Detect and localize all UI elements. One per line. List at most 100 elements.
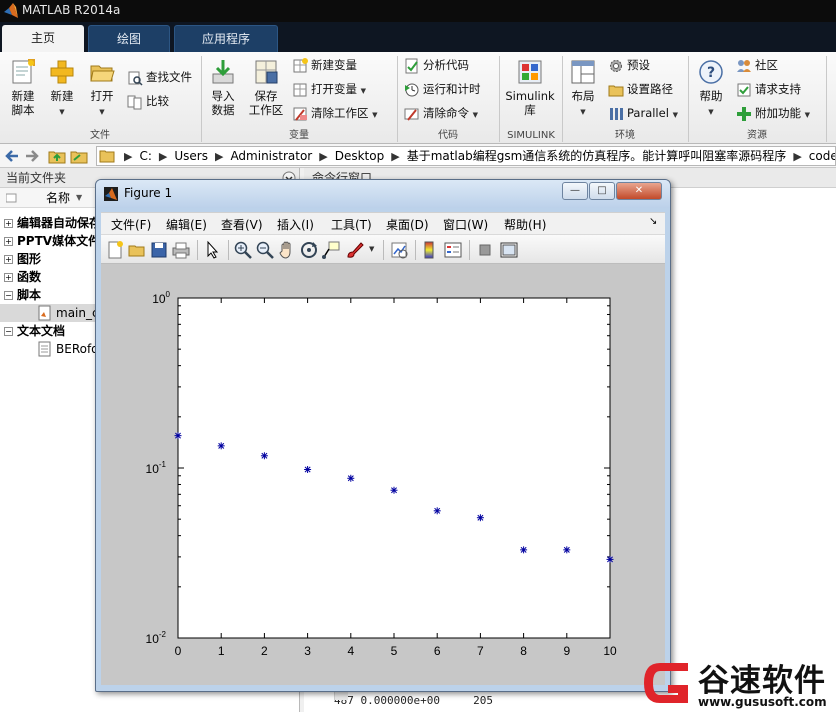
parallel-button[interactable]: Parallel ▼ [608,104,678,122]
community-button[interactable]: 社区 [736,56,778,74]
new-variable-button[interactable]: 新建变量 [292,56,357,74]
add-ons-button[interactable]: 附加功能 ▼ [736,104,810,122]
menu-edit[interactable]: 编辑(E) [166,216,207,233]
rotate-3d-icon[interactable] [299,240,319,260]
help-button[interactable]: ? 帮助 ▼ [694,58,728,119]
open-file-icon[interactable] [127,240,147,260]
data-point [476,514,484,522]
maximize-button[interactable]: □ [589,182,615,200]
command-output-line: 487 0.000000e+00 205 [334,694,493,707]
menu-file[interactable]: 文件(F) [111,216,151,233]
link-plot-icon[interactable] [389,240,409,260]
collapse-icon[interactable]: − [4,327,13,336]
tree-group-figures[interactable]: + 图形 [0,250,41,268]
tab-plots[interactable]: 绘图 [88,25,170,52]
breadcrumb-item[interactable]: 基于matlab编程gsm通信系统的仿真程序。能计算呼叫阻塞率源码程序 [407,149,787,163]
clear-commands-button[interactable]: 清除命令 ▼ [404,104,478,122]
clear-workspace-button[interactable]: 清除工作区 ▼ [292,104,378,122]
open-variable-dropdown-icon[interactable]: ▼ [361,87,366,95]
menu-window[interactable]: 窗口(W) [443,216,488,233]
edit-plot-arrow-icon[interactable] [203,240,223,260]
analyze-code-button[interactable]: 分析代码 [404,56,469,74]
tab-apps[interactable]: 应用程序 [174,25,278,52]
x-tick-label: 4 [347,644,354,658]
expand-icon[interactable]: + [4,255,13,264]
minimize-button[interactable]: — [562,182,588,200]
figure-window[interactable]: Figure 1 — □ ✕ 文件(F) 编辑(E) 查看(V) 插入(I) 工… [95,179,671,692]
import-data-button[interactable]: 导入 数据 [206,58,240,117]
print-figure-icon[interactable] [171,240,191,260]
layout-button[interactable]: 布局 ▼ [566,58,600,119]
show-plot-tools-icon[interactable] [499,240,519,260]
layout-label: 布局 [571,89,595,103]
legend-icon[interactable] [443,240,463,260]
figure-canvas[interactable]: 0 1 2 3 4 5 6 7 8 9 10 100 10-1 10-2 [101,264,665,685]
open-variable-label: 打开变量 [311,82,357,96]
open-button[interactable]: 打开 ▼ [84,58,120,119]
tree-group-functions[interactable]: + 函数 [0,268,41,286]
breadcrumb-item[interactable]: code [809,149,835,163]
parallel-dropdown-icon[interactable]: ▼ [673,111,678,119]
browse-folder-icon[interactable] [70,148,88,164]
ribbon-separator [826,56,827,142]
data-cursor-icon[interactable] [321,240,341,260]
compare-button[interactable]: 比较 [127,92,169,110]
close-button[interactable]: ✕ [616,182,662,200]
menu-tools[interactable]: 工具(T) [331,216,372,233]
tab-home[interactable]: 主页 [2,25,84,52]
menu-help[interactable]: 帮助(H) [504,216,546,233]
breadcrumb[interactable]: ▶ C: ▶ Users ▶ Administrator ▶ Desktop ▶ 基于matlab… [96,146,836,166]
open-variable-button[interactable]: 打开变量 ▼ [292,80,366,98]
find-files-button[interactable]: 查找文件 [127,68,192,86]
menu-insert[interactable]: 插入(I) [277,216,314,233]
collapse-icon[interactable]: − [4,291,13,300]
run-and-time-icon [405,83,419,96]
clear-workspace-dropdown-icon[interactable]: ▼ [372,111,377,119]
add-ons-dropdown-icon[interactable]: ▼ [805,111,810,119]
tree-group-scripts[interactable]: − 脚本 [0,286,41,304]
figure-title-bar[interactable]: Figure 1 — □ ✕ [96,180,670,208]
zoom-in-icon[interactable] [233,240,253,260]
expand-icon[interactable]: + [4,219,13,228]
pan-hand-icon[interactable] [277,240,297,260]
tree-group-pptv[interactable]: + PPTV媒体文件 [0,232,100,250]
expand-icon[interactable]: + [4,237,13,246]
breadcrumb-item[interactable]: Desktop [335,149,385,163]
tree-group-autosave[interactable]: + 编辑器自动保存 [0,214,101,232]
set-path-button[interactable]: 设置路径 [608,80,673,98]
back-arrow-icon[interactable] [4,148,20,164]
help-dropdown-icon: ▼ [708,108,714,116]
brush-dropdown-icon[interactable]: ▼ [369,245,374,253]
hide-plot-tools-icon[interactable] [475,240,495,260]
plot-area[interactable]: 0 1 2 3 4 5 6 7 8 9 10 100 10-1 10-2 [101,264,665,685]
new-figure-icon[interactable] [105,240,125,260]
data-point [563,546,571,554]
breadcrumb-item[interactable]: Administrator [230,149,312,163]
breadcrumb-item[interactable]: C: [139,149,151,163]
data-point [520,546,528,554]
breadcrumb-item[interactable]: Users [174,149,208,163]
menu-view[interactable]: 查看(V) [221,216,263,233]
preferences-button[interactable]: 预设 [608,56,650,74]
file-row-main[interactable]: main_c [0,304,99,322]
brush-icon[interactable] [345,240,365,260]
dock-arrow-icon[interactable]: ↘ [649,216,657,227]
zoom-out-icon[interactable] [255,240,275,260]
up-folder-icon[interactable] [48,148,66,164]
save-workspace-button[interactable]: 保存 工作区 [246,58,286,117]
request-support-button[interactable]: 请求支持 [736,80,801,98]
simulink-library-button[interactable]: Simulink 库 [503,58,557,117]
expand-icon[interactable]: + [4,273,13,282]
file-row-berofo[interactable]: BERofo [0,340,99,358]
clear-commands-dropdown-icon[interactable]: ▼ [473,111,478,119]
new-button[interactable]: 新建 ▼ [44,58,80,119]
axes-background[interactable] [178,298,610,638]
forward-arrow-icon[interactable] [24,148,40,164]
menu-desktop[interactable]: 桌面(D) [386,216,429,233]
run-and-time-button[interactable]: 运行和计时 [404,80,481,98]
app-title: MATLAB R2014a [22,3,121,17]
tree-group-text-documents[interactable]: − 文本文档 [0,322,65,340]
new-script-button[interactable]: 新建 脚本 [4,58,42,117]
colorbar-icon[interactable] [419,240,439,260]
save-figure-icon[interactable] [149,240,169,260]
